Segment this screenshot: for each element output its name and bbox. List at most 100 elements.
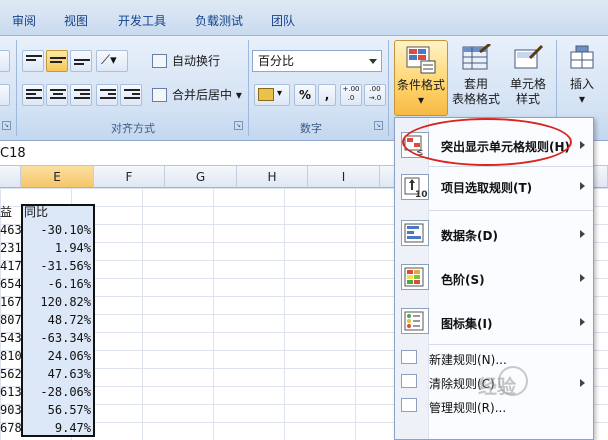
alignment-group-launcher-icon[interactable]: ↘ <box>234 121 243 130</box>
cell-d[interactable]: 807 <box>0 311 22 329</box>
conditional-format-label: 条件格式 <box>396 78 445 92</box>
menu-item-data-bars[interactable]: 数据条(D) <box>395 214 593 254</box>
cell-e[interactable]: 48.72% <box>21 311 94 329</box>
cell-e[interactable]: 120.82% <box>21 293 94 311</box>
cell-d[interactable]: 463 <box>0 221 22 239</box>
new-rule-icon <box>401 350 417 364</box>
decrease-decimal-button[interactable]: .00 →.0 <box>364 84 386 106</box>
currency-format-button[interactable]: ▾ <box>254 84 290 106</box>
menu-item-new-rule[interactable]: 新建规则(N)... <box>395 346 593 370</box>
number-group-label: 数字 <box>300 122 322 135</box>
number-group-launcher-icon[interactable]: ↘ <box>374 121 383 130</box>
cell-e[interactable]: 47.63% <box>21 365 94 383</box>
cell-e[interactable]: 24.06% <box>21 347 94 365</box>
annotation-ellipse <box>402 118 572 166</box>
format-as-table-button[interactable]: 套用 表格格式 <box>448 40 504 114</box>
increase-decimal-button[interactable]: +.00 .0 <box>340 84 362 106</box>
percent-style-button[interactable]: % <box>294 84 316 106</box>
merge-center-icon <box>152 88 167 102</box>
currency-dropdown-icon: ▾ <box>277 88 283 99</box>
align-middle-button[interactable] <box>46 50 68 72</box>
submenu-arrow-icon <box>580 318 585 326</box>
font-group-launcher-icon[interactable]: ↘ <box>2 121 11 130</box>
conditional-format-button[interactable]: 条件格式 ▾ <box>394 40 448 116</box>
menu-item-label: 项目选取规则(T) <box>441 181 533 195</box>
cell-header-d[interactable]: 益 <box>0 203 21 221</box>
cell-d[interactable]: 562 <box>0 365 22 383</box>
menu-separator <box>429 344 593 345</box>
cell-e[interactable]: -31.56% <box>21 257 94 275</box>
cell-d[interactable]: 678 <box>0 419 22 437</box>
column-header-h[interactable]: H <box>237 166 308 188</box>
submenu-arrow-icon <box>580 230 585 238</box>
manage-rules-icon <box>401 398 417 412</box>
tab-team[interactable]: 团队 <box>271 12 295 29</box>
cell-e[interactable]: -6.16% <box>21 275 94 293</box>
format-as-table-label-2: 表格格式 <box>451 92 500 106</box>
tab-review[interactable]: 审阅 <box>12 12 36 29</box>
align-left-button[interactable] <box>22 84 44 106</box>
group-separator <box>16 40 17 136</box>
orientation-button[interactable]: ⟋▾ <box>96 50 128 72</box>
cell-e[interactable]: 56.57% <box>21 401 94 419</box>
increase-indent-icon <box>124 89 140 101</box>
comma-style-button[interactable]: , <box>318 84 336 106</box>
menu-item-top-bottom-rules[interactable]: 10 项目选取规则(T) <box>395 168 593 206</box>
currency-icon <box>258 88 274 101</box>
cell-e[interactable]: -28.06% <box>21 383 94 401</box>
cell-d[interactable]: 810 <box>0 347 22 365</box>
wrap-text-button[interactable]: 自动换行 <box>150 50 220 72</box>
color-scales-icon <box>401 264 429 290</box>
merge-center-button[interactable]: 合并后居中 ▾ <box>150 84 242 106</box>
cell-d[interactable]: 167 <box>0 293 22 311</box>
cell-header-e[interactable]: 同比 <box>24 203 84 221</box>
svg-text:10: 10 <box>415 190 428 199</box>
column-header-i[interactable]: I <box>308 166 380 188</box>
align-top-button[interactable] <box>22 50 44 72</box>
cell-d[interactable]: 417 <box>0 257 22 275</box>
cut-off-button-top[interactable] <box>0 50 10 72</box>
cell-d[interactable]: 543 <box>0 329 22 347</box>
number-format-select[interactable]: 百分比 <box>252 50 382 72</box>
cell-styles-label-1: 单元格 <box>509 77 546 91</box>
menu-item-icon-sets[interactable]: 图标集(I) <box>395 302 593 342</box>
format-as-table-label-1: 套用 <box>463 77 488 91</box>
cut-off-button-bottom[interactable] <box>0 84 10 106</box>
watermark-text: 经验 <box>478 376 517 398</box>
column-name: G <box>195 170 206 184</box>
cell-styles-button[interactable]: 单元格 样式 <box>506 40 550 114</box>
column-header-e[interactable]: E <box>21 166 94 188</box>
cell-d[interactable]: 231 <box>0 239 22 257</box>
menu-item-label: 图标集(I) <box>441 317 493 331</box>
name-box[interactable]: C18 <box>0 142 26 165</box>
number-format-value: 百分比 <box>258 54 295 68</box>
column-header-f[interactable]: F <box>94 166 165 188</box>
menu-item-color-scales[interactable]: 色阶(S) <box>395 258 593 298</box>
wrap-text-label: 自动换行 <box>172 54 221 68</box>
tab-load-test[interactable]: 负载测试 <box>195 12 243 29</box>
cell-e[interactable]: -30.10% <box>21 221 94 239</box>
tab-view[interactable]: 视图 <box>64 12 88 29</box>
cell-d[interactable]: 903 <box>0 401 22 419</box>
increase-decimal-icon: +.00 .0 <box>342 85 360 102</box>
align-bottom-button[interactable] <box>70 50 92 72</box>
cell-styles-icon <box>512 44 544 74</box>
conditional-format-icon <box>405 45 437 75</box>
decrease-indent-button[interactable] <box>96 84 118 106</box>
insert-button[interactable]: 插入 ▾ <box>562 40 602 114</box>
column-header-g[interactable]: G <box>165 166 237 188</box>
column-name: E <box>53 170 61 184</box>
tab-developer[interactable]: 开发工具 <box>118 12 166 29</box>
cell-e[interactable]: 9.47% <box>21 419 94 437</box>
cell-d[interactable]: 654 <box>0 275 22 293</box>
submenu-arrow-icon <box>580 379 585 387</box>
cell-e[interactable]: -63.34% <box>21 329 94 347</box>
increase-indent-button[interactable] <box>120 84 142 106</box>
insert-cells-icon <box>568 44 596 74</box>
cell-d[interactable]: 613 <box>0 383 22 401</box>
column-header-partial[interactable] <box>0 166 21 188</box>
cell-e[interactable]: 1.94% <box>21 239 94 257</box>
align-right-button[interactable] <box>70 84 92 106</box>
align-center-button[interactable] <box>46 84 68 106</box>
align-bottom-icon <box>74 59 90 71</box>
